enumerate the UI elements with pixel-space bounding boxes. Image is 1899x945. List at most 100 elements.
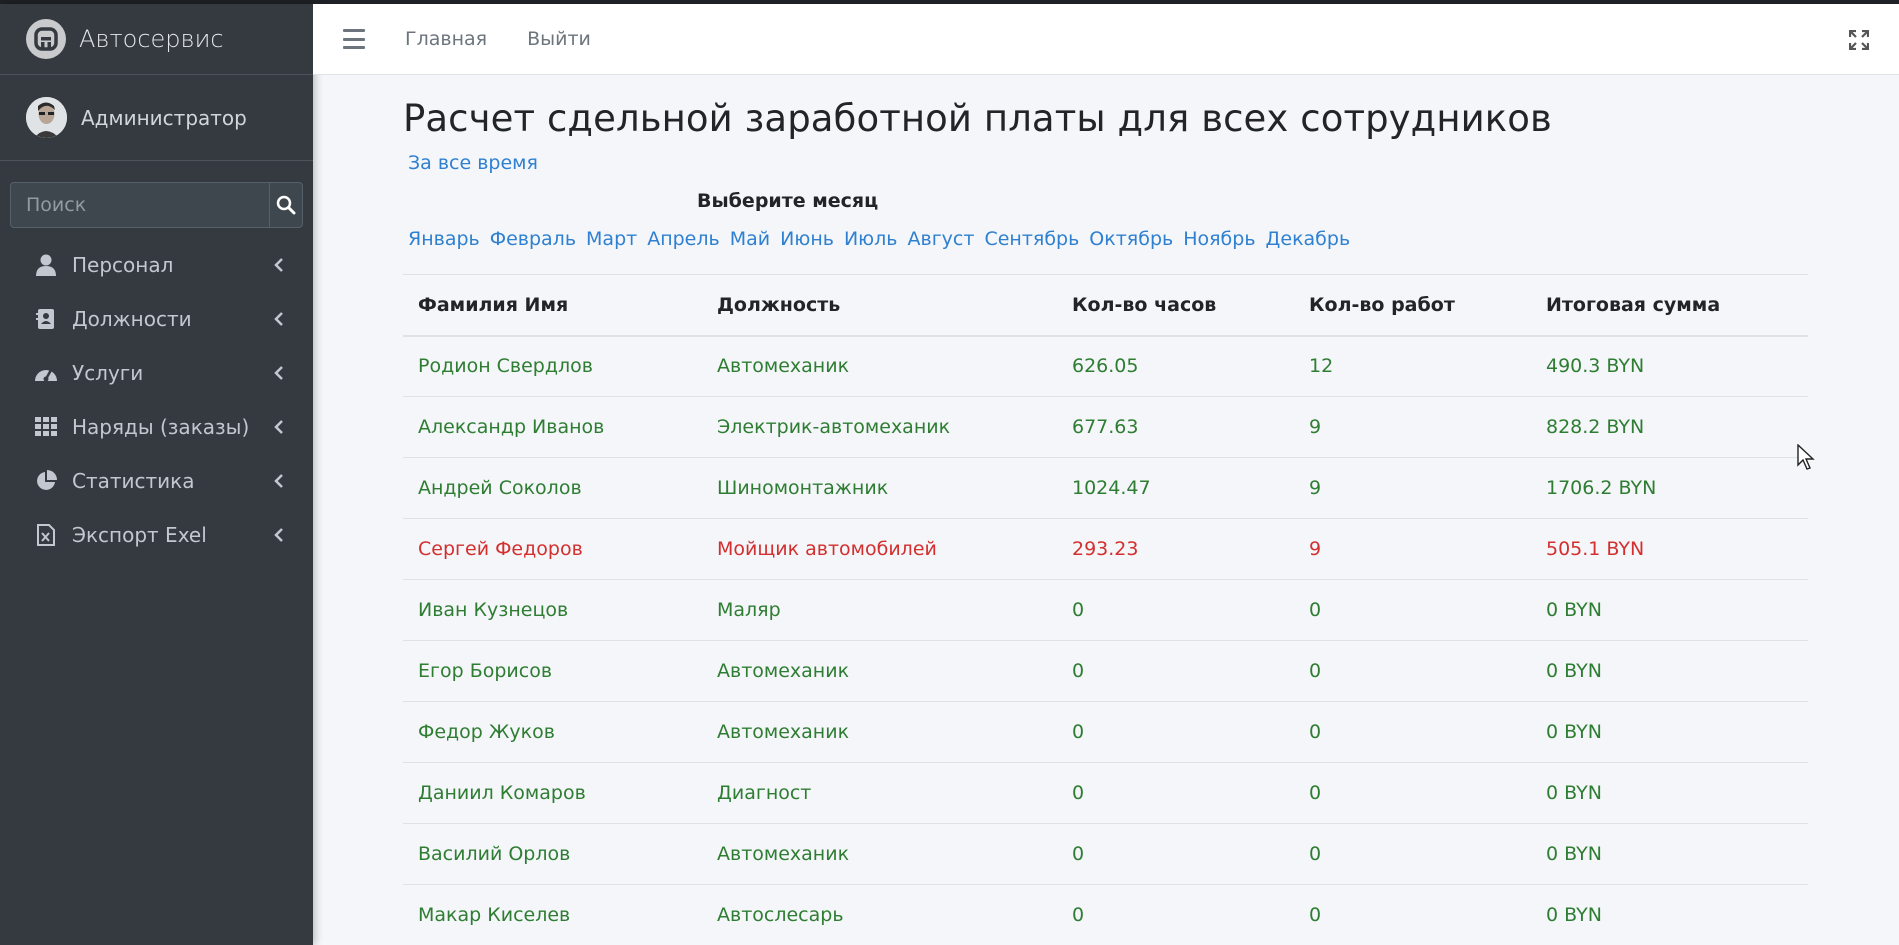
cell-name: Федор Жуков <box>403 701 702 763</box>
cell-position: Шиномонтажник <box>702 457 1057 519</box>
chevron-left-icon <box>274 366 283 380</box>
month-link-october[interactable]: Октябрь <box>1089 228 1173 250</box>
cell-name: Андрей Соколов <box>403 457 702 519</box>
search-input[interactable] <box>10 182 269 228</box>
sidebar-item-statistics[interactable]: Статистика <box>0 454 313 508</box>
sidebar-item-label: Наряды (заказы) <box>72 415 250 439</box>
sidebar-item-positions[interactable]: Должности <box>0 292 313 346</box>
table-row: Василий Орлов Автомеханик 0 0 0 BYN <box>403 823 1808 885</box>
table-row: Андрей Соколов Шиномонтажник 1024.47 9 1… <box>403 457 1808 519</box>
user-panel[interactable]: Администратор <box>0 75 313 161</box>
chevron-left-icon <box>274 312 283 326</box>
month-selector-heading: Выберите месяц <box>697 190 879 212</box>
cell-hours: 0 <box>1057 762 1294 824</box>
cell-total: 505.1 BYN <box>1531 518 1808 580</box>
cell-name: Родион Свердлов <box>403 335 702 397</box>
month-link-july[interactable]: Июль <box>844 228 898 250</box>
grid-icon <box>34 415 58 439</box>
cell-name: Сергей Федоров <box>403 518 702 580</box>
cell-jobs: 0 <box>1294 884 1531 945</box>
brand-name: Автосервис <box>79 25 224 53</box>
sidebar-item-personnel[interactable]: Персонал <box>0 238 313 292</box>
column-header-name: Фамилия Имя <box>403 274 702 337</box>
chevron-left-icon <box>274 528 283 542</box>
table-header-row: Фамилия Имя Должность Кол-во часов Кол-в… <box>403 274 1808 337</box>
sidebar-item-services[interactable]: Услуги <box>0 346 313 400</box>
table-row: Егор Борисов Автомеханик 0 0 0 BYN <box>403 640 1808 702</box>
cell-total: 0 BYN <box>1531 762 1808 824</box>
column-header-position: Должность <box>702 274 1057 337</box>
table-row: Родион Свердлов Автомеханик 626.05 12 49… <box>403 335 1808 397</box>
sidebar-item-label: Экспорт Exel <box>72 523 207 547</box>
table-row: Иван Кузнецов Маляр 0 0 0 BYN <box>403 579 1808 641</box>
brand-link[interactable]: Автосервис <box>0 4 313 75</box>
cell-hours: 293.23 <box>1057 518 1294 580</box>
month-link-november[interactable]: Ноябрь <box>1183 228 1255 250</box>
user-name: Администратор <box>81 105 247 130</box>
cell-jobs: 0 <box>1294 823 1531 885</box>
sidebar-item-label: Статистика <box>72 469 195 493</box>
month-link-may[interactable]: Май <box>730 228 770 250</box>
sidebar-item-export[interactable]: Экспорт Exel <box>0 508 313 562</box>
cell-total: 0 BYN <box>1531 579 1808 641</box>
search-button[interactable] <box>269 182 303 228</box>
cell-position: Мойщик автомобилей <box>702 518 1057 580</box>
mouse-cursor-icon <box>1797 444 1815 470</box>
all-time-link[interactable]: За все время <box>408 152 538 174</box>
cell-jobs: 0 <box>1294 640 1531 702</box>
cell-jobs: 12 <box>1294 335 1531 397</box>
salary-table: Фамилия Имя Должность Кол-во часов Кол-в… <box>403 274 1808 945</box>
excel-file-icon <box>34 523 58 547</box>
sidebar-item-label: Должности <box>72 307 192 331</box>
cell-hours: 1024.47 <box>1057 457 1294 519</box>
column-header-jobs: Кол-во работ <box>1294 274 1531 337</box>
chevron-left-icon <box>274 474 283 488</box>
cell-hours: 626.05 <box>1057 335 1294 397</box>
month-link-april[interactable]: Апрель <box>647 228 720 250</box>
month-link-march[interactable]: Март <box>586 228 637 250</box>
month-link-september[interactable]: Сентябрь <box>984 228 1079 250</box>
month-link-february[interactable]: Февраль <box>490 228 576 250</box>
cell-jobs: 0 <box>1294 579 1531 641</box>
table-row: Макар Киселев Автослесарь 0 0 0 BYN <box>403 884 1808 945</box>
chevron-left-icon <box>274 258 283 272</box>
cell-jobs: 9 <box>1294 396 1531 458</box>
user-icon <box>34 253 58 277</box>
chevron-left-icon <box>274 420 283 434</box>
cell-name: Егор Борисов <box>403 640 702 702</box>
cell-name: Даниил Комаров <box>403 762 702 824</box>
cell-total: 828.2 BYN <box>1531 396 1808 458</box>
table-row: Сергей Федоров Мойщик автомобилей 293.23… <box>403 518 1808 580</box>
cell-total: 0 BYN <box>1531 884 1808 945</box>
pie-chart-icon <box>34 469 58 493</box>
sidebar-menu: Персонал Должности Услуги Наряды (заказы… <box>0 238 313 562</box>
id-card-icon <box>34 307 58 331</box>
column-header-hours: Кол-во часов <box>1057 274 1294 337</box>
nav-link-home[interactable]: Главная <box>405 28 487 50</box>
fullscreen-icon[interactable] <box>1849 30 1869 50</box>
table-row: Федор Жуков Автомеханик 0 0 0 BYN <box>403 701 1808 763</box>
month-link-june[interactable]: Июнь <box>780 228 834 250</box>
menu-toggle-icon[interactable] <box>343 29 365 49</box>
cell-name: Василий Орлов <box>403 823 702 885</box>
cell-position: Автомеханик <box>702 335 1057 397</box>
page-title: Расчет сдельной заработной платы для все… <box>403 97 1552 140</box>
main-content: Расчет сдельной заработной платы для все… <box>403 75 1808 945</box>
cell-hours: 0 <box>1057 701 1294 763</box>
month-link-august[interactable]: Август <box>908 228 975 250</box>
cell-position: Автомеханик <box>702 640 1057 702</box>
cell-jobs: 9 <box>1294 457 1531 519</box>
nav-link-logout[interactable]: Выйти <box>527 28 591 50</box>
brand-logo-icon <box>26 19 66 59</box>
column-header-total: Итоговая сумма <box>1531 274 1808 337</box>
top-navbar: Главная Выйти <box>313 4 1899 75</box>
avatar <box>26 97 67 138</box>
sidebar-item-label: Персонал <box>72 253 174 277</box>
cell-position: Маляр <box>702 579 1057 641</box>
sidebar-item-label: Услуги <box>72 361 144 385</box>
cell-name: Александр Иванов <box>403 396 702 458</box>
sidebar-item-orders[interactable]: Наряды (заказы) <box>0 400 313 454</box>
month-link-december[interactable]: Декабрь <box>1266 228 1351 250</box>
month-link-january[interactable]: Январь <box>408 228 480 250</box>
cell-hours: 0 <box>1057 884 1294 945</box>
